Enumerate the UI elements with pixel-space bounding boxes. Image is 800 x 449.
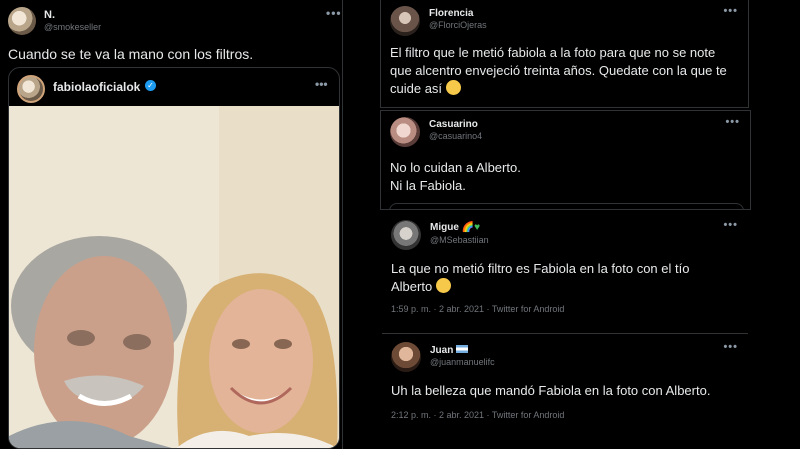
smiling-face-emoji-icon [445,80,461,95]
embedded-author-name[interactable]: fabiolaoficialok [53,80,140,94]
green-heart-emoji-icon: ♥ [474,222,481,233]
author-avatar[interactable] [8,7,36,35]
author-handle[interactable]: @MSebastiian [430,235,489,245]
reply-tweet[interactable]: Migue 🌈♥ @MSebastiian ••• La que no meti… [382,210,748,334]
laughing-face-emoji-icon [435,278,451,293]
main-tweet[interactable]: N. @smokeseller ••• Cuando se te va la m… [0,0,343,449]
author-name-text: Juan [430,345,454,356]
more-options-icon[interactable]: ••• [723,5,738,17]
reply-tweet[interactable]: Juan @juanmanuelifc ••• Uh la belleza qu… [382,336,748,449]
author-name[interactable]: N. [44,9,55,21]
tweet-timestamp[interactable]: 1:59 p. m. · 2 abr. 2021 · Twitter for A… [391,304,564,314]
author-avatar[interactable] [390,6,420,36]
author-handle[interactable]: @juanmanuelifc [430,357,495,367]
tweet-text: El filtro que le metió fabiola a la foto… [390,44,740,98]
embedded-post[interactable]: fabiolaoficialok ✓ ••• [8,67,340,449]
reply-tweet[interactable]: Casuarino @casuarino4 ••• No lo cuidan a… [380,110,751,211]
tweet-text-content: La que no metió filtro es Fabiola en la … [391,261,690,294]
selfie-photo [9,106,339,448]
verified-badge-icon: ✓ [145,80,156,91]
author-avatar[interactable] [391,342,421,372]
author-handle[interactable]: @casuarino4 [429,131,482,141]
author-name[interactable]: Casuarino [429,119,478,130]
author-handle[interactable]: @FlorciOjeras [429,20,487,30]
embedded-more-options-icon[interactable]: ••• [315,77,328,91]
reply-tweet[interactable]: Florencia @FlorciOjeras ••• El filtro qu… [380,0,749,108]
more-options-icon[interactable]: ••• [725,116,740,128]
argentina-flag-icon [456,345,469,353]
author-name[interactable]: Florencia [429,8,473,19]
post-photo[interactable] [9,106,339,448]
author-name-text: Migue [430,222,459,233]
tweet-text: No lo cuidan a Alberto. Ni la Fabiola. [390,160,521,193]
rainbow-emoji-icon: 🌈 [461,222,475,233]
more-options-icon[interactable]: ••• [723,341,738,353]
author-avatar[interactable] [391,220,421,250]
tweet-text: Uh la belleza que mandó Fabiola en la fo… [391,383,711,398]
more-options-icon[interactable]: ••• [723,219,738,231]
author-avatar[interactable] [390,117,420,147]
author-name[interactable]: Migue 🌈♥ [430,222,480,233]
embedded-author-avatar[interactable] [17,75,45,103]
author-name[interactable]: Juan [430,345,469,356]
more-options-icon[interactable]: ••• [326,6,342,20]
author-handle[interactable]: @smokeseller [44,22,101,32]
tweet-text: La que no metió filtro es Fabiola en la … [391,260,731,296]
tweet-text: Cuando se te va la mano con los filtros. [8,46,254,62]
tweet-text-content: El filtro que le metió fabiola a la foto… [390,45,727,96]
embedded-post-header: fabiolaoficialok ✓ ••• [9,68,339,106]
tweet-timestamp[interactable]: 2:12 p. m. · 2 abr. 2021 · Twitter for A… [391,410,564,420]
